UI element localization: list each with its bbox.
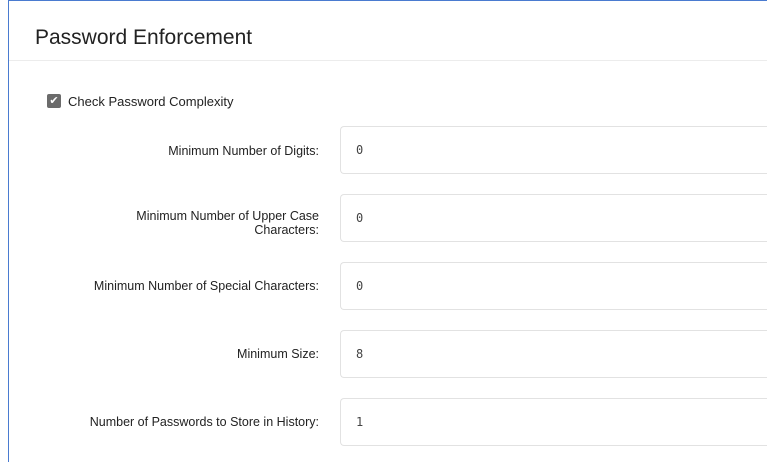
min-digits-label: Minimum Number of Digits: xyxy=(168,144,319,158)
min-digits-input[interactable] xyxy=(340,126,767,174)
min-special-row: Minimum Number of Special Characters: xyxy=(9,262,767,312)
min-size-label: Minimum Size: xyxy=(237,347,319,361)
min-special-input[interactable] xyxy=(340,262,767,310)
min-special-label: Minimum Number of Special Characters: xyxy=(93,279,319,293)
check-password-complexity-row[interactable]: ✔ Check Password Complexity xyxy=(47,92,233,110)
min-upper-case-input[interactable] xyxy=(340,194,767,242)
check-password-complexity-label: Check Password Complexity xyxy=(68,93,234,109)
min-upper-case-label: Minimum Number of Upper Case Characters: xyxy=(136,209,319,237)
password-history-label: Number of Passwords to Store in History: xyxy=(89,415,319,429)
panel-header: Password Enforcement xyxy=(9,1,767,61)
min-size-row: Minimum Size: xyxy=(9,330,767,380)
password-history-row: Number of Passwords to Store in History: xyxy=(9,398,767,448)
password-history-input[interactable] xyxy=(340,398,767,446)
panel-title: Password Enforcement xyxy=(35,26,253,49)
checkmark-icon: ✔ xyxy=(49,94,59,107)
min-upper-case-row: Minimum Number of Upper Case Characters: xyxy=(9,194,767,244)
check-password-complexity-checkbox[interactable]: ✔ xyxy=(47,94,61,108)
min-digits-row: Minimum Number of Digits: xyxy=(9,126,767,176)
password-enforcement-panel: Password Enforcement ✔ Check Password Co… xyxy=(8,0,767,462)
min-size-input[interactable] xyxy=(340,330,767,378)
